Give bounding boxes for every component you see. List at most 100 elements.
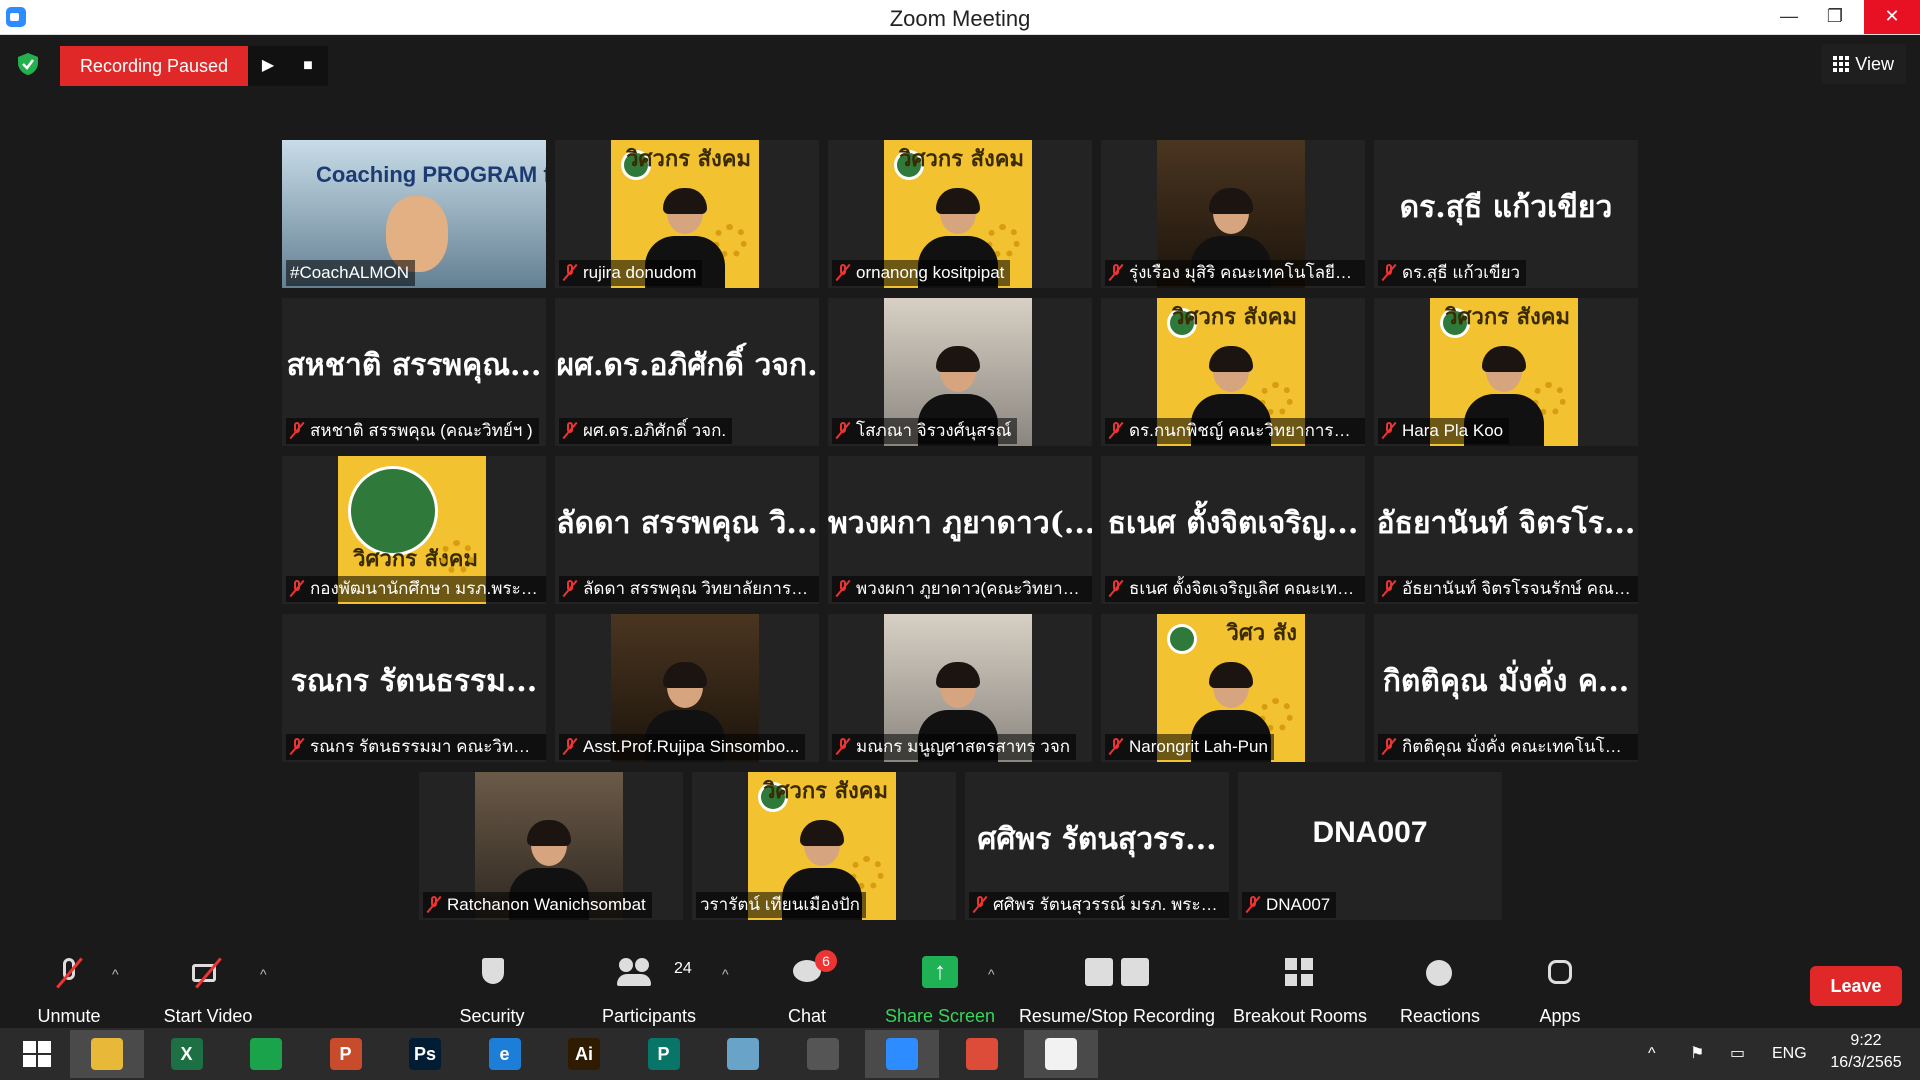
breakout-rooms-button[interactable]: Breakout Rooms	[1230, 936, 1370, 1028]
participant-tile[interactable]: Coaching PROGRAM for Trainer #CoachALMON	[282, 140, 546, 288]
resume-recording-icon[interactable]: ▶	[248, 46, 288, 86]
stop-recording-icon[interactable]: ■	[288, 46, 328, 86]
participant-display-name: ผศ.ดร.อภิศักดิ์ วจก.	[556, 348, 818, 383]
microphone-muted-icon	[836, 421, 850, 439]
gear-icon	[440, 540, 474, 574]
participants-options-button[interactable]: ^	[714, 936, 744, 1028]
participant-name-caption: สหชาติ สรรพคุณ (คณะวิทย์ฯ )	[286, 418, 539, 444]
participant-tile[interactable]: ลัดดา สรรพคุณ วิ... ลัดดา สรรพคุณ วิทยาลั…	[555, 456, 819, 604]
microphone-muted-icon	[1382, 421, 1396, 439]
taskbar-notes[interactable]	[706, 1030, 780, 1078]
participant-tile[interactable]: โสภณา จิรวงศ์นุสรณ์	[828, 298, 1092, 446]
system-clock[interactable]: 9:22 16/3/2565	[1826, 1030, 1906, 1074]
unmute-button[interactable]: Unmute	[24, 936, 114, 1028]
participant-tile[interactable]: ศศิพร รัตนสุวรร... ศศิพร รัตนสุวรรณ์ มรภ.…	[965, 772, 1229, 920]
participant-tile[interactable]: Ratchanon Wanichsombat	[419, 772, 683, 920]
figure-hair	[936, 662, 980, 688]
language-indicator[interactable]: ENG	[1772, 1028, 1807, 1080]
encryption-shield-icon[interactable]	[16, 52, 40, 76]
video-banner-text: Coaching PROGRAM for Trainer	[316, 162, 546, 187]
taskbar-zoom[interactable]	[865, 1030, 939, 1078]
taskbar-excel[interactable]: X	[150, 1030, 224, 1078]
flag-notification-icon[interactable]: ⚑	[1690, 1028, 1704, 1080]
university-seal-icon	[348, 466, 438, 556]
microphone-muted-icon	[1109, 421, 1123, 439]
taskbar-photoshop[interactable]: Ps	[388, 1030, 462, 1078]
participant-tile[interactable]: ธเนศ ตั้งจิตเจริญ... ธเนศ ตั้งจิตเจริญเลิ…	[1101, 456, 1365, 604]
taskbar-file-explorer[interactable]	[70, 1030, 144, 1078]
participant-tile[interactable]: ดร.สุธี แก้วเขียว ดร.สุธี แก้วเขียว	[1374, 140, 1638, 288]
participants-label: Participants	[601, 1006, 697, 1026]
taskbar-internet-explorer[interactable]: e	[468, 1030, 542, 1078]
participant-name-caption: rujira donudom	[559, 260, 703, 286]
participant-tile[interactable]: วิศวกร สังคม Hara Pla Koo	[1374, 298, 1638, 446]
participant-tile[interactable]: DNA007 DNA007	[1238, 772, 1502, 920]
participant-tile[interactable]: อัธยานันท์ จิตรโร... อัธยานันท์ จิตรโรจนร…	[1374, 456, 1638, 604]
view-button[interactable]: View	[1821, 44, 1906, 84]
participant-tile[interactable]: วิศวกร สังคม วรารัตน์ เทียนเมืองปัก	[692, 772, 956, 920]
participant-name: Asst.Prof.Rujipa Sinsombo...	[583, 737, 800, 756]
participant-tile[interactable]: วิศวกร สังคม ดร.กนกพิชญ์ คณะวิทยาการจัด..…	[1101, 298, 1365, 446]
taskbar-photos[interactable]	[1024, 1030, 1098, 1078]
participant-tile[interactable]: วิศวกร สังคม ornanong kositpipat	[828, 140, 1092, 288]
participant-display-name: สหชาติ สรรพคุณ...	[286, 348, 542, 383]
participant-name: กองพัฒนานักศึกษา มรภ.พระนคร	[310, 579, 546, 598]
reactions-button[interactable]: Reactions	[1390, 936, 1490, 1028]
security-button[interactable]: Security	[442, 936, 542, 1028]
microphone-muted-icon	[563, 421, 577, 439]
video-options-button[interactable]: ^	[252, 936, 282, 1028]
participant-name: ดร.สุธี แก้วเขียว	[1402, 263, 1521, 282]
participant-name: ดร.กนกพิชญ์ คณะวิทยาการจัด...	[1129, 421, 1365, 440]
participant-tile[interactable]: วิศว สัง Narongrit Lah-Pun	[1101, 614, 1365, 762]
microphone-muted-icon	[563, 737, 577, 755]
taskbar-powerpoint[interactable]: P	[309, 1030, 383, 1078]
audio-options-button[interactable]: ^	[104, 936, 134, 1028]
close-icon[interactable]: ✕	[1864, 0, 1920, 34]
taskbar-illustrator[interactable]: Ai	[547, 1030, 621, 1078]
tray-overflow-icon[interactable]: ^	[1648, 1028, 1656, 1080]
unmute-label: Unmute	[37, 1006, 101, 1026]
participant-name-caption: วรารัตน์ เทียนเมืองปัก	[696, 892, 866, 918]
start-video-button[interactable]: Start Video	[150, 936, 266, 1028]
leave-button[interactable]: Leave	[1810, 966, 1902, 1006]
participant-tile[interactable]: ผศ.ดร.อภิศักดิ์ วจก. ผศ.ดร.อภิศักดิ์ วจก.	[555, 298, 819, 446]
taskbar-photoscape[interactable]	[786, 1030, 860, 1078]
university-seal-icon	[1167, 624, 1197, 654]
participant-tile[interactable]: กิตติคุณ มั่งคั่ง ค... กิตติคุณ มั่งคั่ง …	[1374, 614, 1638, 762]
participant-tile[interactable]: สหชาติ สรรพคุณ... สหชาติ สรรพคุณ (คณะวิทย…	[282, 298, 546, 446]
participant-tile[interactable]: Asst.Prof.Rujipa Sinsombo...	[555, 614, 819, 762]
participant-tile[interactable]: พวงผกา ภูยาดาว(... พวงผกา ภูยาดาว(คณะวิทย…	[828, 456, 1092, 604]
apps-label: Apps	[1539, 1006, 1581, 1026]
participant-tile[interactable]: รุ่งเรือง มุสิริ คณะเทคโนโลยีอุตส...	[1101, 140, 1365, 288]
minimize-icon[interactable]: —	[1768, 0, 1810, 34]
caret-up-icon: ^	[988, 966, 995, 982]
participant-tile[interactable]: วิศวกร สังคม rujira donudom	[555, 140, 819, 288]
resume-stop-recording-button[interactable]: Resume/Stop Recording	[1014, 936, 1220, 1028]
share-options-button[interactable]: ^	[980, 936, 1010, 1028]
notes-icon	[727, 1038, 759, 1070]
taskbar-windows-start[interactable]	[0, 1030, 74, 1078]
taskbar-publisher[interactable]: P	[627, 1030, 701, 1078]
chat-button[interactable]: 6 Chat	[770, 936, 844, 1028]
participant-name: พวงผกา ภูยาดาว(คณะวิทยาศา...	[856, 579, 1092, 598]
recording-status: Recording Paused	[60, 46, 248, 86]
microphone-muted-icon	[836, 737, 850, 755]
participant-tile[interactable]: มณกร มนูญศาสตรสาทร วจก	[828, 614, 1092, 762]
participant-name-caption: ผศ.ดร.อภิศักดิ์ วจก.	[559, 418, 733, 444]
restore-icon[interactable]: ❐	[1814, 0, 1856, 34]
participant-name: มณกร มนูญศาสตรสาทร วจก	[856, 737, 1071, 756]
apps-button[interactable]: Apps	[1520, 936, 1600, 1028]
participant-tile[interactable]: รณกร รัตนธรรม... รณกร รัตนธรรมมา คณะวิทยา…	[282, 614, 546, 762]
participant-display-name: ลัดดา สรรพคุณ วิ...	[556, 506, 818, 541]
file-explorer-icon	[91, 1038, 123, 1070]
security-label: Security	[459, 1006, 525, 1026]
participant-tile[interactable]: วิศวกร สังคม กองพัฒนานักศึกษา มรภ.พระนคร	[282, 456, 546, 604]
network-icon[interactable]: ▭	[1730, 1028, 1745, 1080]
participant-name: DNA007	[1266, 895, 1331, 914]
participant-name-caption: กิตติคุณ มั่งคั่ง คณะเทคโนโลยีอุ...	[1378, 734, 1638, 760]
taskbar-store[interactable]	[229, 1030, 303, 1078]
participants-button[interactable]: 24 Participants	[594, 936, 704, 1028]
taskbar-chrome[interactable]	[945, 1030, 1019, 1078]
participant-name: Narongrit Lah-Pun	[1129, 737, 1268, 756]
participant-name-caption: ลัดดา สรรพคุณ วิทยาลัยการฝึ...	[559, 576, 819, 602]
